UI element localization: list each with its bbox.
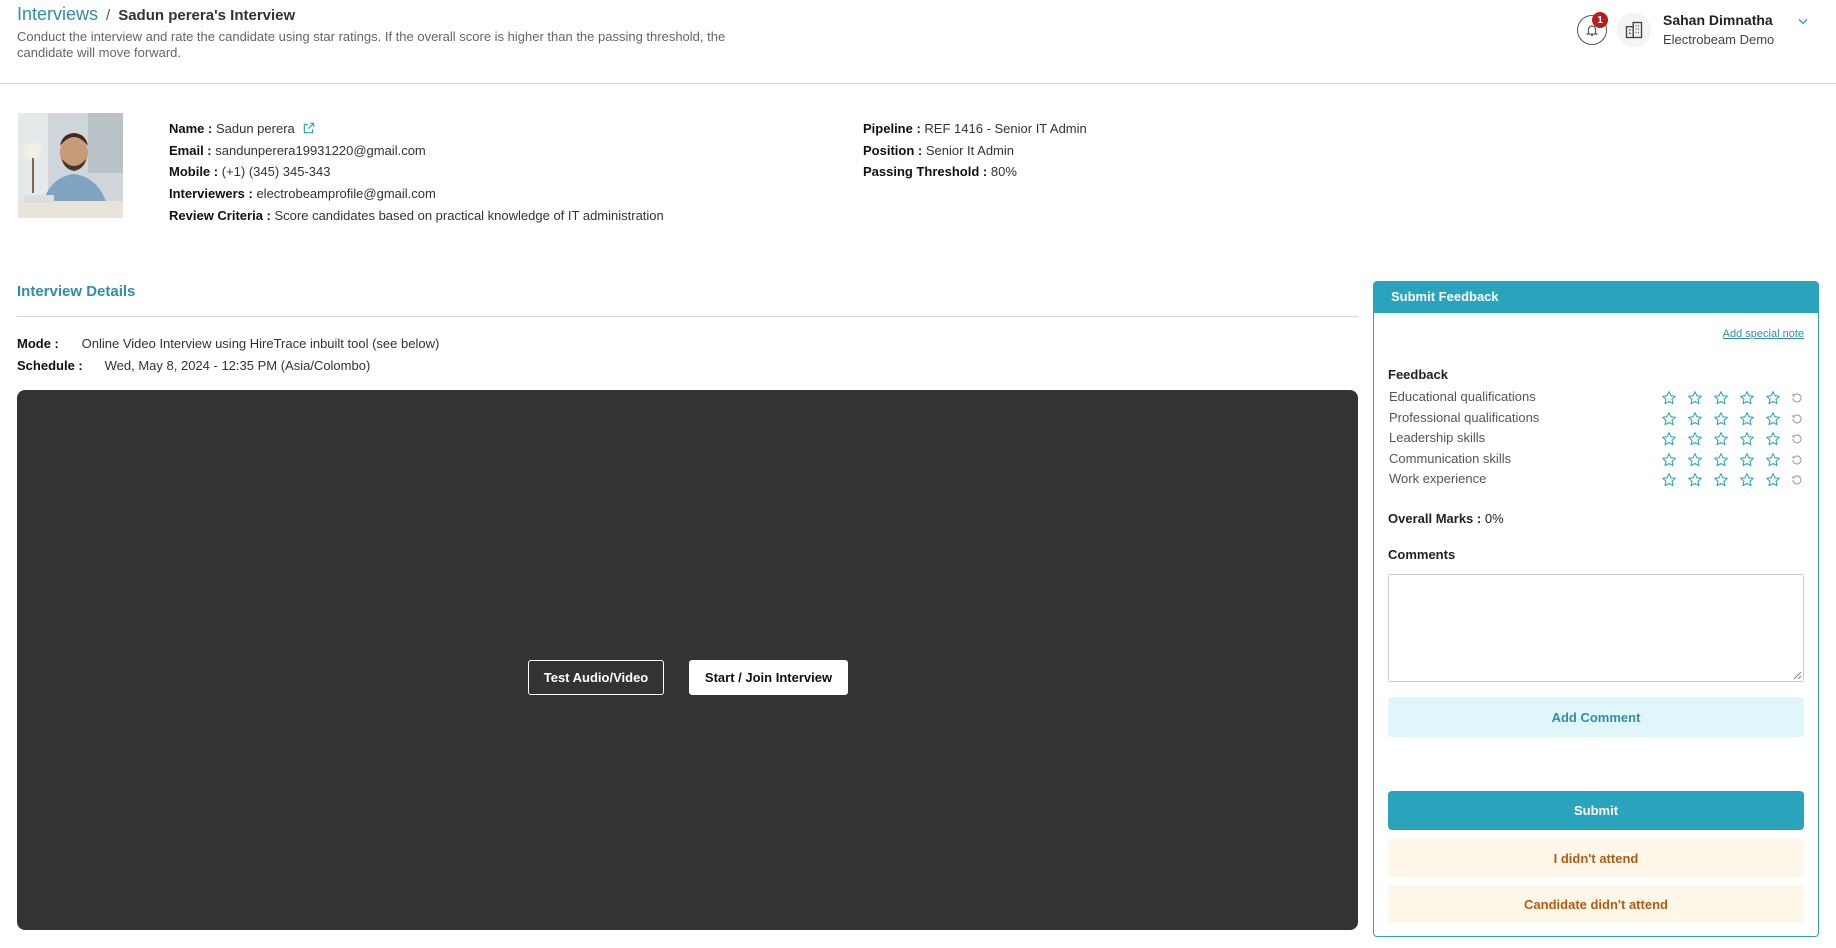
candidate-email: sandunperera19931220@gmail.com [215, 143, 426, 158]
breadcrumb-interviews-link[interactable]: Interviews [17, 4, 98, 25]
user-organization: Electrobeam Demo [1663, 32, 1775, 47]
organization-button[interactable] [1617, 13, 1651, 47]
mode-value: Online Video Interview using HireTrace i… [81, 336, 440, 351]
star-icon[interactable] [1739, 431, 1755, 447]
star-icon[interactable] [1661, 411, 1677, 427]
candidate-email-line: Email : sandunperera19931220@gmail.com [169, 143, 426, 158]
star-icon[interactable] [1765, 452, 1781, 468]
building-icon [1625, 21, 1643, 39]
external-link-icon[interactable] [302, 121, 316, 135]
start-join-interview-button[interactable]: Start / Join Interview [689, 660, 848, 695]
page-header: Interviews / Sadun perera's Interview Co… [0, 0, 1836, 84]
star-icon[interactable] [1739, 452, 1755, 468]
star-icon[interactable] [1765, 472, 1781, 488]
submit-button[interactable]: Submit [1388, 791, 1804, 830]
pipeline-line: Pipeline : REF 1416 - Senior IT Admin [863, 121, 1087, 136]
overall-marks: Overall Marks : 0% [1388, 511, 1504, 526]
i-didnt-attend-button[interactable]: I didn't attend [1388, 839, 1804, 877]
candidate-photo [18, 113, 123, 218]
notification-badge: 1 [1592, 12, 1608, 28]
interview-details-title: Interview Details [17, 283, 136, 300]
criteria-label: Leadership skills [1389, 430, 1486, 445]
criteria-label: Communication skills [1389, 450, 1512, 466]
candidate-name-line: Name : Sadun perera [169, 121, 316, 136]
criteria-row: Educational qualifications [1389, 389, 1805, 407]
star-icon[interactable] [1661, 390, 1677, 406]
star-icon[interactable] [1739, 390, 1755, 406]
star-rating [1661, 452, 1803, 468]
star-icon[interactable] [1739, 411, 1755, 427]
breadcrumb-separator: / [106, 7, 111, 24]
reset-rating-icon[interactable] [1791, 454, 1803, 466]
star-icon[interactable] [1765, 411, 1781, 427]
passing-threshold-line: Passing Threshold : 80% [863, 164, 1017, 179]
criteria-row: Professional qualifications [1389, 410, 1805, 428]
star-icon[interactable] [1739, 472, 1755, 488]
candidate-name: Sadun perera [215, 121, 295, 136]
add-special-note-link[interactable]: Add special note [1723, 328, 1804, 340]
criteria-label: Professional qualifications [1389, 409, 1540, 425]
star-icon[interactable] [1687, 431, 1703, 447]
resize-handle-icon[interactable] [1792, 670, 1802, 680]
star-rating [1661, 431, 1803, 447]
breadcrumb: Interviews / Sadun perera's Interview [17, 4, 295, 25]
mode-line: Mode : Online Video Interview using Hire… [17, 336, 440, 351]
pipeline-value: REF 1416 - Senior IT Admin [924, 121, 1087, 136]
position-line: Position : Senior It Admin [863, 143, 1014, 158]
comments-label: Comments [1388, 547, 1456, 562]
position-value: Senior It Admin [925, 143, 1014, 158]
overall-marks-value: 0% [1484, 511, 1504, 526]
criteria-label: Work experience [1389, 471, 1487, 486]
star-icon[interactable] [1765, 390, 1781, 406]
breadcrumb-current: Sadun perera's Interview [118, 7, 296, 24]
user-name[interactable]: Sahan Dimnatha [1663, 12, 1773, 28]
panel-title: Submit Feedback [1374, 282, 1818, 313]
reset-rating-icon[interactable] [1791, 392, 1803, 404]
criteria-label: Educational qualifications [1389, 389, 1536, 404]
star-icon[interactable] [1661, 472, 1677, 488]
page-subtitle: Conduct the interview and rate the candi… [17, 29, 726, 60]
candidate-didnt-attend-button[interactable]: Candidate didn't attend [1388, 885, 1804, 923]
criteria-row: Work experience [1389, 471, 1805, 489]
reset-rating-icon[interactable] [1791, 474, 1803, 486]
interviewers-line: Interviewers : electrobeamprofile@gmail.… [169, 186, 436, 201]
star-rating [1661, 411, 1803, 427]
interviewers-value: electrobeamprofile@gmail.com [256, 186, 436, 201]
submit-feedback-panel: Submit Feedback Add special note Feedbac… [1373, 281, 1819, 937]
test-audio-video-button[interactable]: Test Audio/Video [528, 660, 664, 695]
star-icon[interactable] [1687, 390, 1703, 406]
review-criteria-line: Review Criteria : Score candidates based… [169, 208, 664, 223]
schedule-line: Schedule : Wed, May 8, 2024 - 12:35 PM (… [17, 358, 371, 373]
section-divider [17, 316, 1358, 317]
review-criteria-value: Score candidates based on practical know… [274, 208, 664, 223]
star-icon[interactable] [1713, 390, 1729, 406]
star-rating [1661, 390, 1803, 406]
star-icon[interactable] [1765, 431, 1781, 447]
star-icon[interactable] [1687, 411, 1703, 427]
video-area: Test Audio/Video Start / Join Interview [17, 390, 1358, 930]
schedule-value: Wed, May 8, 2024 - 12:35 PM (Asia/Colomb… [104, 358, 371, 373]
star-icon[interactable] [1713, 452, 1729, 468]
add-comment-button[interactable]: Add Comment [1388, 697, 1804, 737]
candidate-mobile-line: Mobile : (+1) (345) 345-343 [169, 164, 331, 179]
star-icon[interactable] [1661, 452, 1677, 468]
star-icon[interactable] [1687, 452, 1703, 468]
criteria-row: Leadership skills [1389, 430, 1805, 448]
candidate-mobile: (+1) (345) 345-343 [221, 164, 331, 179]
reset-rating-icon[interactable] [1791, 433, 1803, 445]
star-icon[interactable] [1713, 411, 1729, 427]
star-icon[interactable] [1661, 431, 1677, 447]
passing-threshold-value: 80% [990, 164, 1017, 179]
star-icon[interactable] [1713, 472, 1729, 488]
chevron-down-icon[interactable] [1796, 14, 1810, 28]
feedback-label: Feedback [1388, 367, 1448, 382]
criteria-row: Communication skills [1389, 451, 1805, 469]
reset-rating-icon[interactable] [1791, 413, 1803, 425]
star-rating [1661, 472, 1803, 488]
comments-textarea[interactable] [1388, 574, 1804, 682]
star-icon[interactable] [1687, 472, 1703, 488]
star-icon[interactable] [1713, 431, 1729, 447]
